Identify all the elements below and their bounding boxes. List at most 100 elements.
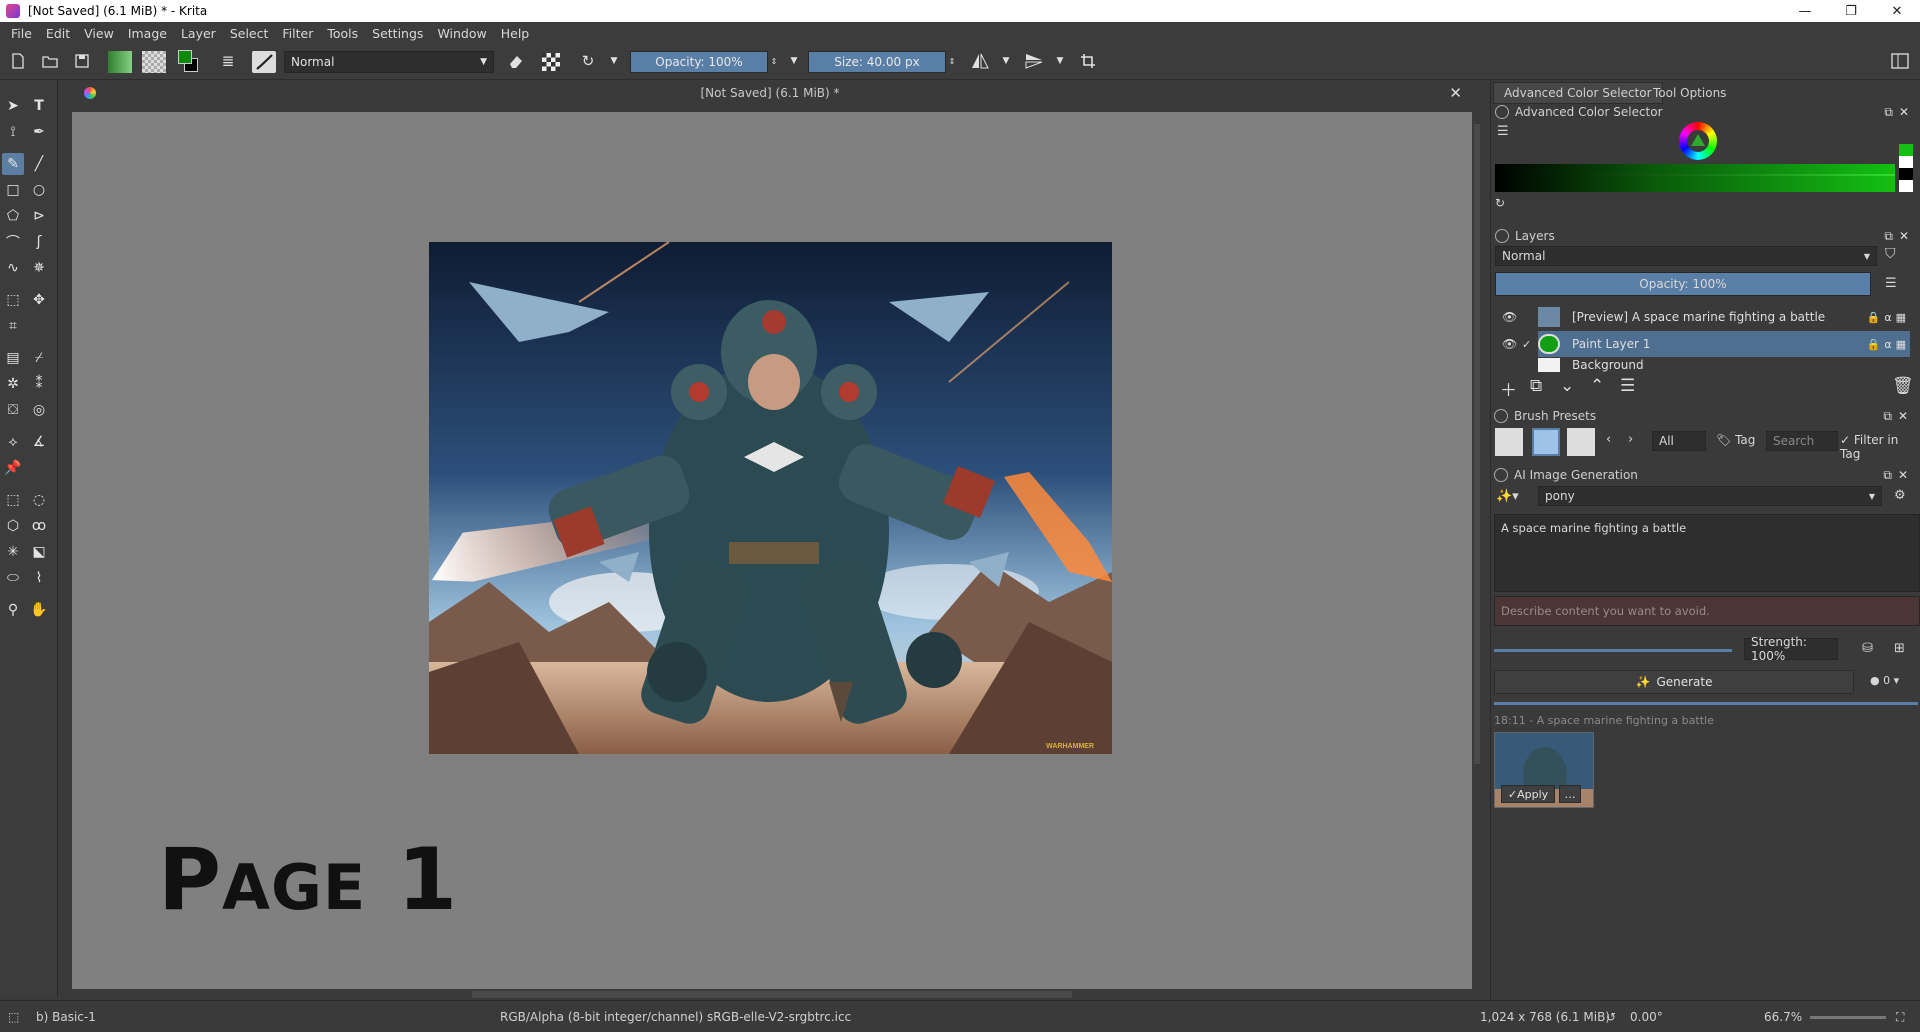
gradient-swatch[interactable] (108, 51, 132, 73)
refresh-colors-icon[interactable]: ↻ (1495, 196, 1505, 210)
fg-bg-color-swatch[interactable] (176, 48, 204, 76)
brush-preset-thumbnail[interactable] (252, 51, 276, 73)
lock-icon[interactable] (1495, 105, 1509, 119)
brush-preset-item[interactable] (1495, 428, 1523, 456)
queue-indicator[interactable]: ● 0 ▾ (1870, 674, 1899, 687)
menu-filter[interactable]: Filter (275, 26, 320, 41)
menu-image[interactable]: Image (121, 26, 174, 41)
next-preset-icon[interactable]: › (1628, 432, 1633, 447)
rectangle-tool-icon[interactable]: □ (2, 179, 24, 201)
transform-tool-icon[interactable]: ⬚ (2, 289, 24, 311)
reference-images-tool-icon[interactable]: 📌 (2, 457, 24, 479)
wrap-around-icon[interactable] (1078, 51, 1098, 71)
gradient-tool-icon[interactable]: ▤ (2, 347, 24, 369)
menu-help[interactable]: Help (494, 26, 537, 41)
save-document-icon[interactable] (72, 51, 92, 71)
panel-float-close-icon[interactable]: ⧉✕ (1884, 229, 1915, 244)
opacity-slider[interactable]: Opacity: 100% (630, 51, 768, 73)
tab-advanced-color-selector[interactable]: Advanced Color Selector (1493, 82, 1663, 104)
menu-layer[interactable]: Layer (174, 26, 223, 41)
elliptical-selection-tool-icon[interactable]: ◌ (28, 489, 50, 511)
panel-float-close-icon[interactable]: ⧉✕ (1883, 468, 1914, 483)
brush-size-slider[interactable]: Size: 40.00 px (808, 51, 946, 73)
tab-tool-options[interactable]: Tool Options (1643, 82, 1736, 104)
layer-row[interactable]: 👁 [Preview] A space marine fighting a ba… (1502, 304, 1910, 330)
vertical-scroll-thumb[interactable] (1474, 124, 1480, 764)
size-spin-arrows[interactable]: ⇕ (946, 51, 958, 71)
canvas-horizontal-scrollbar[interactable] (72, 989, 1472, 1000)
freehand-brush-tool-icon[interactable]: ✎ (2, 153, 24, 175)
prev-preset-icon[interactable]: ‹ (1606, 432, 1611, 447)
strength-slider[interactable] (1494, 649, 1732, 652)
color-selector-menu-icon[interactable]: ☰ (1497, 124, 1509, 139)
lock-icon[interactable] (1494, 409, 1508, 423)
new-document-icon[interactable] (8, 51, 28, 71)
history-thumbnail[interactable]: ✓ Apply … (1494, 732, 1594, 808)
filter-in-tag-checkbox[interactable]: ✓ Filter in Tag (1840, 433, 1920, 461)
tag-filter-dropdown[interactable]: All (1652, 431, 1706, 451)
apply-button[interactable]: ✓ Apply (1501, 785, 1555, 803)
chevron-down-icon[interactable]: ▼ (784, 51, 804, 71)
panel-float-close-icon[interactable]: ⧉✕ (1884, 105, 1915, 120)
reload-preset-icon[interactable]: ↻ (578, 51, 598, 71)
document-tab[interactable]: [Not Saved] (6.1 MiB) * ✕ (70, 80, 1470, 106)
fullscreen-icon[interactable]: ⛶ (1896, 1010, 1904, 1025)
brush-preset-item-selected[interactable] (1532, 428, 1560, 456)
tag-button[interactable]: 🏷 Tag (1716, 433, 1755, 447)
assistant-tool-icon[interactable]: ⟡ (2, 431, 24, 453)
layer-property-icons[interactable]: 🔒α▦ (1867, 338, 1910, 351)
maximize-button[interactable]: ❐ (1828, 0, 1874, 22)
layer-properties-icon[interactable]: ☰ (1620, 376, 1635, 396)
color-saturation-strip[interactable] (1495, 164, 1895, 192)
move-tool-icon[interactable]: ✥ (28, 289, 50, 311)
model-dropdown[interactable]: pony ▼ (1538, 486, 1882, 506)
foreground-color-swatch[interactable] (178, 50, 192, 64)
layer-row-selected[interactable]: 👁 ✓ Paint Layer 1 🔒α▦ (1502, 331, 1910, 357)
visibility-eye-icon[interactable]: 👁 (1502, 310, 1517, 324)
generate-button[interactable]: ✨ Generate (1494, 670, 1854, 694)
prompt-textarea[interactable]: A space marine fighting a battle (1494, 514, 1920, 592)
strength-spinbox[interactable]: Strength: 100% (1744, 635, 1838, 663)
select-shapes-tool-icon[interactable]: ➤ (2, 95, 24, 117)
fill-tool-icon[interactable]: ⛋ (2, 399, 24, 421)
filter-icon[interactable]: ⛉ (1885, 246, 1896, 262)
preserve-alpha-icon[interactable] (542, 53, 560, 71)
menu-window[interactable]: Window (430, 26, 493, 41)
crop-tool-icon[interactable]: ⌗ (2, 315, 24, 337)
chevron-down-icon[interactable]: ▼ (604, 51, 624, 71)
magnetic-selection-tool-icon[interactable]: ⌇ (28, 567, 50, 589)
preset-search-input[interactable]: Search (1766, 431, 1838, 451)
close-window-button[interactable]: ✕ (1874, 0, 1920, 22)
layer-blend-mode-dropdown[interactable]: Normal ▼ (1495, 246, 1877, 266)
pattern-swatch[interactable] (142, 51, 166, 73)
menu-file[interactable]: File (4, 26, 39, 41)
similar-color-selection-tool-icon[interactable]: ⬕ (28, 541, 50, 563)
ellipse-tool-icon[interactable]: ○ (28, 179, 50, 201)
panel-float-close-icon[interactable]: ⧉✕ (1883, 409, 1914, 424)
chevron-down-icon[interactable]: ▼ (1050, 51, 1070, 71)
chevron-down-icon[interactable]: ▼ (996, 51, 1016, 71)
lock-icon[interactable] (1495, 229, 1509, 243)
more-options-button[interactable]: … (1559, 785, 1581, 803)
polygon-tool-icon[interactable]: ⬠ (2, 205, 24, 227)
polyline-tool-icon[interactable]: ⊳ (28, 205, 50, 227)
measure-tool-icon[interactable]: ∡ (28, 431, 50, 453)
layer-checkmark-icon[interactable]: ✓ (1522, 338, 1531, 351)
line-tool-icon[interactable]: ╱ (28, 153, 50, 175)
zoom-tool-icon[interactable]: ⚲ (2, 599, 24, 621)
bezier-curve-tool-icon[interactable]: ⌒ (2, 231, 24, 253)
menu-settings[interactable]: Settings (365, 26, 430, 41)
hue-ring[interactable] (1679, 122, 1717, 160)
negative-prompt-textarea[interactable]: Describe content you want to avoid. (1494, 596, 1920, 626)
zoom-slider[interactable] (1810, 1016, 1886, 1019)
layer-property-icons[interactable]: 🔒α▦ (1867, 311, 1910, 324)
workflow-mode-icon[interactable]: ✨▾ (1496, 489, 1519, 504)
rectangular-selection-tool-icon[interactable]: ⬚ (2, 489, 24, 511)
move-layer-up-icon[interactable]: ⌃ (1590, 376, 1604, 396)
dynamic-brush-tool-icon[interactable]: ∿ (2, 257, 24, 279)
duplicate-layer-icon[interactable]: ⧉ (1530, 376, 1542, 396)
visibility-eye-icon[interactable]: 👁 (1502, 337, 1517, 351)
blend-mode-dropdown[interactable]: Normal ▼ (284, 51, 494, 73)
freehand-selection-tool-icon[interactable]: ꝏ (28, 515, 50, 537)
brush-preset-item[interactable] (1567, 428, 1595, 456)
